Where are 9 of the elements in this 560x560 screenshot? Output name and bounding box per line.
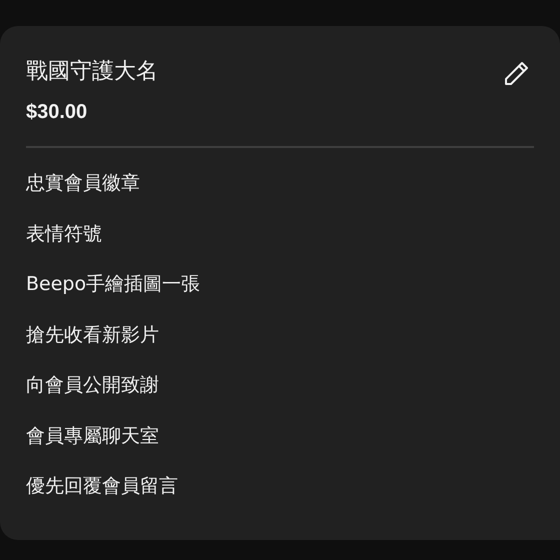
perk-text: 搶先收看新影片 [26, 322, 160, 348]
perk-text: 優先回覆會員留言 [26, 474, 179, 499]
tier-name: 戰國守護大名 [26, 58, 158, 86]
perk-text: 會員專屬聊天室 [26, 424, 160, 448]
tier-price: $30.00 [26, 100, 88, 124]
perk-text: 忠實會員徽章 [26, 171, 141, 196]
perk-text: 表情符號 [26, 222, 103, 246]
perk-text: Beepo手繪插圖一張 [26, 272, 202, 297]
perk-text: 向會員公開致謝 [26, 373, 160, 398]
